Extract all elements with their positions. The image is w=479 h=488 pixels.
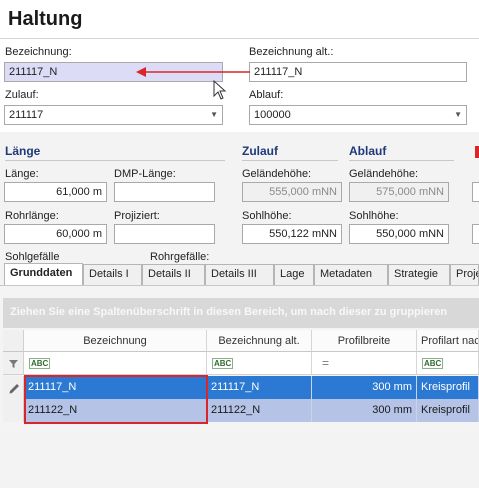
highlight-box-annotation [24, 375, 208, 424]
grid-indicator-header [3, 330, 24, 352]
tab-strategie[interactable]: Strategie [388, 264, 450, 285]
rohrlaenge-field[interactable]: 60,000 m [4, 224, 107, 244]
clipped-field[interactable] [472, 182, 479, 202]
projiziert-field[interactable] [114, 224, 215, 244]
text-filter-icon: ABC [212, 358, 234, 369]
projiziert-label: Projiziert: [114, 210, 160, 222]
title-divider [0, 38, 479, 39]
zulauf-sohl-field[interactable]: 550,122 mNN [242, 224, 342, 244]
zulauf-divider [242, 160, 338, 161]
row-indicator[interactable] [3, 376, 24, 399]
laenge-heading: Länge [5, 144, 41, 158]
column-header-bezeichnung-alt[interactable]: Bezeichnung alt. [207, 330, 312, 352]
group-panel[interactable]: Ziehen Sie eine Spaltenüberschrift in di… [3, 298, 479, 328]
filter-profilart[interactable]: ABC [417, 352, 479, 375]
dmp-laenge-label: DMP-Länge: [114, 168, 176, 180]
row-indicator[interactable] [3, 399, 24, 422]
zulauf-gelaende-field: 555,000 mNN [242, 182, 342, 202]
column-header-profilart[interactable]: Profilart nac [417, 330, 479, 352]
ablauf-value: 100000 [254, 109, 291, 121]
cell-profilbreite[interactable]: 300 mm [312, 399, 417, 422]
ablauf-gelaende-label: Geländehöhe: [349, 168, 419, 180]
tab-details-2[interactable]: Details II [142, 264, 205, 285]
ablauf-sohl-field[interactable]: 550,000 mNN [349, 224, 449, 244]
zulauf-label: Zulauf: [5, 89, 39, 101]
tab-lage[interactable]: Lage [274, 264, 314, 285]
rohrgefaelle-label: Rohrgefälle: [150, 251, 210, 263]
text-filter-icon: ABC [422, 358, 444, 369]
dmp-laenge-field[interactable] [114, 182, 215, 202]
tab-metadaten[interactable]: Metadaten [314, 264, 388, 285]
laenge-field[interactable]: 61,000 m [4, 182, 107, 202]
zulauf-heading: Zulauf [242, 144, 278, 158]
clipped-field[interactable] [472, 224, 479, 244]
copy-arrow-annotation [136, 67, 250, 100]
laenge-divider [5, 160, 225, 161]
ablauf-sohl-label: Sohlhöhe: [349, 210, 399, 222]
text-filter-icon: ABC [29, 358, 51, 369]
ablauf-divider [349, 160, 454, 161]
tab-details-1[interactable]: Details I [83, 264, 142, 285]
pencil-icon [9, 384, 19, 394]
zulauf-combo[interactable]: 211117 ▼ [4, 105, 223, 125]
cell-profilart[interactable]: Kreisprofil [417, 376, 479, 399]
filter-equals-label: = [322, 356, 330, 370]
page-title: Haltung [8, 8, 83, 30]
rohrlaenge-label: Rohrlänge: [5, 210, 59, 222]
column-header-bezeichnung[interactable]: Bezeichnung [24, 330, 207, 352]
cell-profilbreite[interactable]: 300 mm [312, 376, 417, 399]
filter-row-indicator [3, 352, 24, 375]
chevron-down-icon[interactable]: ▼ [210, 110, 218, 119]
filter-bezeichnung-alt[interactable]: ABC [207, 352, 312, 375]
filter-icon[interactable] [3, 352, 24, 374]
bezeichnung-label: Bezeichnung: [5, 46, 72, 58]
ablauf-label: Ablauf: [249, 89, 284, 101]
cell-bezeichnung-alt[interactable]: 211117_N [207, 376, 312, 399]
cell-profilart[interactable]: Kreisprofil [417, 399, 479, 422]
sohlgefaelle-label: Sohlgefälle [5, 251, 60, 263]
laenge-label: Länge: [5, 168, 39, 180]
tab-grunddaten[interactable]: Grunddaten [4, 263, 83, 285]
chevron-down-icon[interactable]: ▼ [454, 110, 462, 119]
tab-projekt[interactable]: Proje [450, 264, 479, 285]
ablauf-gelaende-field: 575,000 mNN [349, 182, 449, 202]
column-header-profilbreite[interactable]: Profilbreite [312, 330, 417, 352]
zulauf-gelaende-label: Geländehöhe: [242, 168, 312, 180]
tab-details-3[interactable]: Details III [205, 264, 274, 285]
bezeichnung-alt-field[interactable]: 211117_N [249, 62, 467, 82]
tab-bar: Grunddaten Details I Details II Details … [0, 263, 479, 285]
filter-bezeichnung[interactable]: ABC [24, 352, 207, 375]
filter-profilbreite[interactable]: = [312, 352, 417, 375]
bezeichnung-alt-label: Bezeichnung alt.: [249, 46, 334, 58]
cell-bezeichnung-alt[interactable]: 211122_N [207, 399, 312, 422]
zulauf-sohl-label: Sohlhöhe: [242, 210, 292, 222]
ablauf-combo[interactable]: 100000 ▼ [249, 105, 467, 125]
ablauf-heading: Ablauf [349, 144, 387, 158]
red-marker [475, 146, 479, 158]
zulauf-value: 211117 [9, 109, 44, 121]
